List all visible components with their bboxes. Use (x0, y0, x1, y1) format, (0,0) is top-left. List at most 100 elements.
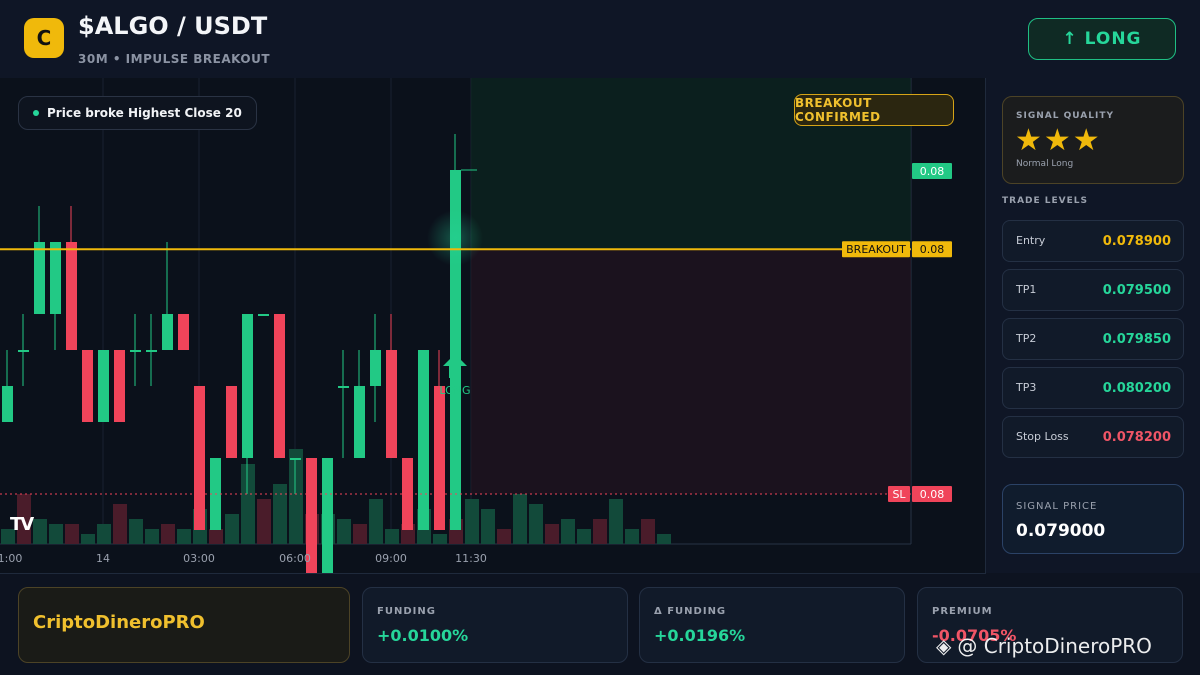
candle-body (98, 350, 109, 422)
stat-label: PREMIUM (932, 606, 993, 617)
signal-price-card: SIGNAL PRICE 0.079000 (1002, 484, 1184, 554)
binance-logo-icon: ◈ (936, 634, 952, 658)
status-dot-icon (33, 110, 39, 116)
volume-bar (481, 509, 495, 544)
volume-bar (593, 519, 607, 544)
level-name: TP2 (1016, 332, 1037, 345)
volume-bar (545, 524, 559, 544)
x-axis-tick: 14 (96, 552, 110, 565)
candle-body (50, 242, 61, 314)
stat-label: Δ FUNDING (654, 606, 727, 617)
watermark-text: @ CriptoDineroPRO (957, 634, 1152, 658)
breakout-text-label: BREAKOUT (846, 243, 906, 256)
volume-bar (353, 524, 367, 544)
candle-body (290, 458, 301, 460)
trade-levels-title: TRADE LEVELS (1002, 196, 1088, 206)
candle-body (130, 350, 141, 352)
level-value: 0.078900 (1102, 234, 1171, 249)
volume-bar (513, 494, 527, 544)
x-axis-tick: 09:00 (375, 552, 407, 565)
level-value: 0.078200 (1102, 430, 1171, 445)
tradingview-logo-icon: TV (10, 514, 34, 535)
signal-price-label: SIGNAL PRICE (1016, 501, 1098, 512)
volume-bar (289, 449, 303, 544)
level-tp2: TP2 0.079850 (1002, 318, 1184, 360)
candle-body (434, 386, 445, 530)
breakout-glow (427, 210, 483, 266)
level-name: Stop Loss (1016, 430, 1069, 443)
signal-quality-label: SIGNAL QUALITY (1016, 111, 1114, 121)
candle-body (146, 350, 157, 352)
sl-text-label: SL (892, 488, 906, 501)
candle-body (2, 386, 13, 422)
long-marker-label: LONG (439, 384, 470, 397)
level-value: 0.079500 (1102, 283, 1171, 298)
volume-bar (385, 529, 399, 544)
price-chart[interactable]: 0.08 0.08 BREAKOUT 0.08 SL LONG 1:00 14 03:00 06:… (0, 78, 986, 574)
x-axis-tick: 03:00 (183, 552, 215, 565)
stat-value: +0.0196% (654, 626, 746, 645)
header: C $ALGO / USDT 30M • IMPULSE BREAKOUT ↑ … (0, 0, 1200, 79)
candle-body (18, 350, 29, 352)
volume-bar (113, 504, 127, 544)
level-entry: Entry 0.078900 (1002, 220, 1184, 262)
long-direction-button[interactable]: ↑ LONG (1028, 18, 1176, 60)
level-name: TP1 (1016, 283, 1037, 296)
breakout-confirmed-badge: BREAKOUT CONFIRMED (794, 94, 954, 126)
breakout-price-label: 0.08 (920, 243, 945, 256)
x-axis-tick: 11:30 (455, 552, 487, 565)
volume-bar (273, 484, 287, 544)
candle-body (178, 314, 189, 350)
level-tp3: TP3 0.080200 (1002, 367, 1184, 409)
volume-bar (369, 499, 383, 544)
volume-bar (65, 524, 79, 544)
volume-bar (225, 514, 239, 544)
candle-body (242, 314, 253, 458)
signal-quality-desc: Normal Long (1016, 159, 1074, 169)
volume-bar (241, 464, 255, 544)
volume-bar (49, 524, 63, 544)
level-stop-loss: Stop Loss 0.078200 (1002, 416, 1184, 458)
volume-bar (577, 529, 591, 544)
candle-body (354, 386, 365, 458)
sl-price-label: 0.08 (920, 488, 945, 501)
volume-bar (257, 499, 271, 544)
candle-body (34, 242, 45, 314)
volume-bar (641, 519, 655, 544)
watermark: ◈ @ CriptoDineroPRO (936, 634, 1152, 658)
candle-body (66, 242, 77, 350)
volume-bar (145, 529, 159, 544)
funding-card: FUNDING +0.0100% (362, 587, 628, 663)
level-tp1: TP1 0.079500 (1002, 269, 1184, 311)
pair-subtitle: 30M • IMPULSE BREAKOUT (78, 52, 271, 66)
candle-body (162, 314, 173, 350)
volume-bar (161, 524, 175, 544)
long-arrow-icon (443, 354, 467, 378)
signal-sidebar: SIGNAL QUALITY ★★★ Normal Long TRADE LEV… (986, 78, 1200, 573)
level-name: TP3 (1016, 381, 1037, 394)
star-rating-icon: ★★★ (1015, 123, 1102, 158)
volume-bar (129, 519, 143, 544)
volume-bar (177, 529, 191, 544)
volume-bar (657, 534, 671, 544)
coin-logo-icon: C (24, 18, 64, 58)
volume-bar (465, 499, 479, 544)
candle-body (226, 386, 237, 458)
candlestick-chart[interactable]: 0.08 0.08 BREAKOUT 0.08 SL LONG 1:00 14 03:00 06:… (0, 78, 985, 573)
volume-bar (497, 529, 511, 544)
level-value: 0.080200 (1102, 381, 1171, 396)
volume-bar (609, 499, 623, 544)
delta-funding-card: Δ FUNDING +0.0196% (639, 587, 905, 663)
risk-zone (471, 249, 911, 494)
candle-body (322, 458, 333, 573)
stat-value: +0.0100% (377, 626, 469, 645)
level-value: 0.079850 (1102, 332, 1171, 347)
volume-bar (625, 529, 639, 544)
volume-bar (529, 504, 543, 544)
volume-bar (81, 534, 95, 544)
brand-card: CriptoDineroPRO (18, 587, 350, 663)
info-pill-text: Price broke Highest Close 20 (47, 106, 242, 120)
footer: CriptoDineroPRO FUNDING +0.0100% Δ FUNDI… (0, 574, 1200, 675)
x-axis-tick: 1:00 (0, 552, 22, 565)
candle-body (274, 314, 285, 458)
